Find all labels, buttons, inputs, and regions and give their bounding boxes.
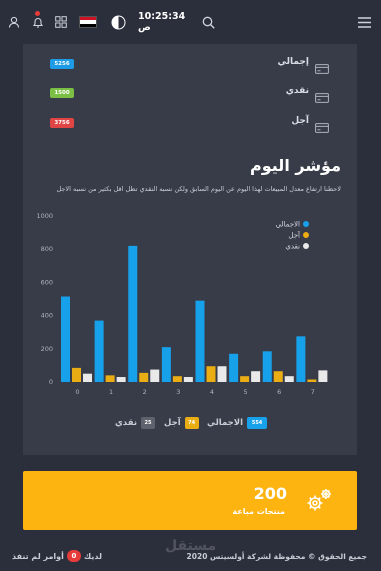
x-tick-label: 2: [143, 388, 147, 396]
bar-0-6: [262, 351, 272, 382]
bell-icon[interactable]: [30, 0, 46, 44]
legend-series-label: آجل: [288, 231, 301, 240]
bar-2-6: [284, 376, 294, 382]
egypt-flag-icon: [79, 16, 97, 28]
x-tick-label: 0: [75, 388, 79, 396]
summary-value-badge: 1500: [50, 88, 74, 98]
products-count: 200: [253, 484, 287, 503]
card-icon: [315, 118, 329, 137]
summary-label: آجل: [291, 116, 309, 126]
pending-orders[interactable]: أوامر لم تنفذ 0 لديك: [12, 550, 102, 562]
clock-time: 10:25:34 ص: [138, 11, 186, 33]
orders-suffix: أوامر لم تنفذ: [12, 551, 64, 561]
daily-indicator-card: مؤشر اليوم لاحظنا ارتفاع معدل المبيعات ل…: [23, 144, 357, 455]
flag-stripe: [80, 23, 96, 27]
watermark-logo: مستقل: [165, 538, 217, 554]
summary-label: نقدي: [285, 86, 309, 96]
bar-1-3: [172, 376, 182, 382]
card-icon: [315, 59, 329, 78]
apps-grid-icon[interactable]: [53, 0, 69, 44]
summary-row-credit: 3756 آجل: [23, 113, 357, 133]
bar-0-3: [161, 347, 171, 382]
search-icon[interactable]: [200, 0, 216, 44]
card-title: مؤشر اليوم: [250, 156, 341, 175]
y-tick-label: 1000: [36, 212, 53, 220]
y-tick-label: 800: [41, 245, 53, 253]
y-tick-label: 600: [41, 278, 53, 286]
totals-legend: نقدي 25 آجل 74 الاجمالي 554: [23, 416, 357, 430]
orders-count-badge: 0: [66, 550, 81, 562]
sales-bar-chart: 0 200 400 600 800 1000 0 1 2 3 4 5 6 7 الاجمالي آجل نقدي: [36, 212, 328, 396]
y-tick-label: 0: [49, 378, 53, 386]
legend-series-label: الاجمالي: [276, 221, 300, 229]
bar-2-4: [217, 366, 227, 382]
x-tick-label: 6: [277, 388, 281, 396]
bar-1-4: [206, 366, 216, 382]
x-tick-label: 3: [176, 388, 180, 396]
legend-item-credit[interactable]: آجل 74: [164, 416, 199, 430]
bar-0-1: [94, 320, 104, 382]
legend-label: نقدي: [115, 418, 138, 428]
legend-dot: [303, 243, 309, 249]
bar-1-7: [307, 379, 317, 382]
summary-value-badge: 3756: [50, 118, 74, 128]
legend-label: الاجمالي: [207, 418, 244, 428]
legend-item-total[interactable]: الاجمالي 554: [207, 416, 268, 430]
products-sold-card[interactable]: 200 منتجات مباعة: [23, 471, 357, 530]
theme-toggle-icon[interactable]: [109, 0, 127, 44]
legend-value-badge: 25: [141, 417, 156, 429]
legend-dot: [303, 221, 309, 227]
x-tick-label: 5: [244, 388, 248, 396]
bar-1-6: [273, 371, 283, 382]
bar-2-1: [116, 377, 126, 382]
legend-item-cash[interactable]: نقدي 25: [115, 416, 156, 430]
bar-2-5: [251, 371, 261, 382]
summary-label: إجمالي: [277, 57, 309, 67]
top-bar: 10:25:34 ص: [0, 0, 381, 44]
notification-dot: [35, 11, 40, 16]
y-tick-label: 200: [41, 345, 53, 353]
y-tick-label: 400: [41, 312, 53, 320]
sales-summary-card: 5256 إجمالي 1500 نقدي 3756 آجل: [23, 44, 357, 144]
x-tick-label: 1: [109, 388, 113, 396]
legend-series-label: نقدي: [285, 243, 300, 251]
bar-0-7: [296, 336, 306, 382]
bar-1-0: [72, 367, 81, 382]
bar-0-4: [195, 300, 205, 382]
bar-2-0: [83, 373, 92, 382]
menu-icon[interactable]: [356, 0, 372, 44]
summary-value-badge: 5256: [50, 59, 74, 69]
gears-icon: [303, 485, 335, 521]
bar-1-2: [139, 372, 149, 382]
legend-value-badge: 554: [247, 417, 268, 429]
user-icon[interactable]: [6, 0, 22, 44]
legend-label: آجل: [164, 418, 181, 428]
orders-prefix: لديك: [83, 551, 102, 561]
x-tick-label: 7: [311, 388, 315, 396]
bar-0-0: [61, 296, 70, 382]
card-icon: [315, 88, 329, 107]
x-tick-label: 4: [210, 388, 214, 396]
bar-2-3: [183, 377, 193, 382]
bar-2-2: [150, 369, 160, 382]
bar-0-2: [128, 245, 138, 382]
bar-1-5: [240, 376, 250, 382]
summary-row-total: 5256 إجمالي: [23, 54, 357, 74]
bar-2-7: [318, 370, 328, 382]
summary-row-cash: 1500 نقدي: [23, 83, 357, 103]
products-label: منتجات مباعة: [232, 507, 285, 516]
language-flag-button[interactable]: [78, 0, 98, 44]
bar-0-5: [229, 353, 239, 382]
card-description: لاحظنا ارتفاع معدل المبيعات لهذا اليوم ع…: [56, 185, 341, 193]
bar-1-1: [105, 375, 115, 382]
legend-value-badge: 74: [184, 417, 199, 429]
legend-dot: [303, 232, 309, 238]
